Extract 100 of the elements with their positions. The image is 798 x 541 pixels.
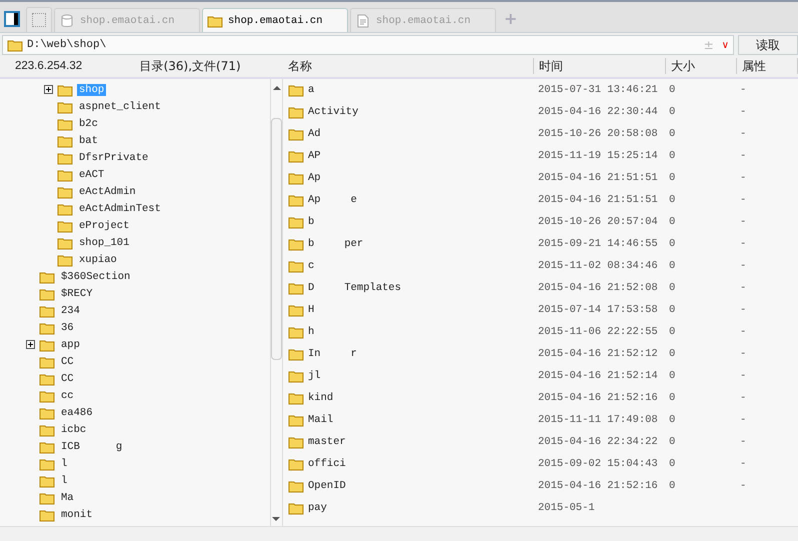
- folder-icon: [288, 391, 304, 405]
- tab[interactable]: shop.emaotai.cn: [202, 8, 348, 32]
- modified-time: 2015-07-31 13:46:21: [538, 84, 659, 96]
- folder-name[interactable]: b2c: [77, 118, 100, 130]
- folder-name[interactable]: Ap: [308, 194, 321, 206]
- read-button[interactable]: 读取: [738, 35, 798, 55]
- file-attributes: -: [740, 436, 746, 448]
- modified-time: 2015-11-19 15:25:14: [538, 150, 659, 162]
- folder-icon: [39, 440, 55, 454]
- folder-icon: [57, 134, 73, 148]
- folder-name[interactable]: l: [59, 474, 70, 486]
- folder-icon: [207, 14, 223, 28]
- folder-name[interactable]: 36: [59, 322, 76, 334]
- modified-time: 2015-04-16 21:52:16: [538, 392, 659, 404]
- expand-icon[interactable]: [44, 85, 53, 94]
- panel-toggle-button[interactable]: [4, 11, 20, 27]
- file-size: 0: [669, 260, 676, 272]
- folder-name[interactable]: H: [308, 304, 314, 316]
- file-size: 0: [669, 392, 676, 404]
- folder-name[interactable]: OpenID: [308, 480, 346, 492]
- file-attributes: -: [740, 480, 746, 492]
- file-attributes: -: [740, 458, 746, 470]
- column-header[interactable]: 时间: [534, 58, 666, 74]
- folder-name[interactable]: master: [308, 436, 346, 448]
- file-size: 0: [669, 106, 676, 118]
- modified-time: 2015-07-14 17:53:58: [538, 304, 659, 316]
- folder-icon: [39, 286, 55, 300]
- modified-time: 2015-04-16 22:30:44: [538, 106, 659, 118]
- folder-name[interactable]: icbc: [59, 424, 88, 436]
- folder-icon: [288, 347, 304, 361]
- folder-name[interactable]: In: [308, 348, 321, 360]
- path-field[interactable]: D:\web\shop\ ± ∨: [2, 35, 734, 55]
- expand-icon[interactable]: [26, 340, 35, 349]
- folder-icon: [288, 127, 304, 141]
- folder-icon: [57, 202, 73, 216]
- folder-name[interactable]: offici: [308, 458, 346, 470]
- folder-name[interactable]: 234: [59, 304, 82, 316]
- folder-icon: [288, 501, 304, 515]
- folder-icon: [288, 457, 304, 471]
- folder-name[interactable]: cc: [59, 390, 76, 402]
- folder-icon: [288, 193, 304, 207]
- file-attributes: -: [740, 172, 746, 184]
- folder-name[interactable]: jl: [308, 370, 321, 382]
- file-size: 0: [669, 326, 676, 338]
- folder-icon: [39, 422, 55, 436]
- folder-icon: [57, 252, 73, 266]
- folder-name[interactable]: eACT: [77, 168, 106, 180]
- folder-name[interactable]: eProject: [77, 220, 132, 232]
- folder-name[interactable]: Activity: [308, 106, 358, 118]
- folder-name[interactable]: app: [59, 338, 82, 350]
- modified-time: 2015-04-16 22:34:22: [538, 436, 659, 448]
- folder-name[interactable]: CC: [59, 372, 76, 384]
- folder-name[interactable]: Ad: [308, 128, 321, 140]
- scroll-down-icon[interactable]: [272, 517, 280, 522]
- folder-name[interactable]: DfsrPrivate: [77, 152, 150, 164]
- folder-name[interactable]: $360Section: [59, 270, 132, 282]
- file-size: 0: [669, 282, 676, 294]
- file-attributes: -: [740, 392, 746, 404]
- folder-name[interactable]: eActAdmin: [77, 186, 138, 198]
- folder-name[interactable]: ICB: [59, 440, 82, 452]
- file-size: 0: [669, 370, 676, 382]
- folder-name[interactable]: xupiao: [77, 254, 119, 266]
- folder-name[interactable]: shop_101: [77, 236, 132, 248]
- file-attributes: -: [740, 260, 746, 272]
- folder-name[interactable]: a: [308, 84, 314, 96]
- folder-icon: [57, 116, 73, 130]
- file-size: 0: [669, 480, 676, 492]
- folder-name[interactable]: l: [59, 458, 70, 470]
- folder-icon: [288, 281, 304, 295]
- folder-name[interactable]: kind: [308, 392, 334, 404]
- folder-name[interactable]: ea486: [59, 406, 95, 418]
- folder-name[interactable]: Ma: [59, 492, 76, 504]
- dropdown-toggle[interactable]: ∨: [718, 40, 729, 50]
- folder-name[interactable]: Ap: [308, 172, 321, 184]
- file-size: 0: [669, 172, 676, 184]
- folder-name[interactable]: D: [308, 282, 314, 294]
- folder-name[interactable]: b: [308, 216, 314, 228]
- folder-name[interactable]: pay: [308, 502, 327, 514]
- folder-name[interactable]: $RECY: [59, 288, 95, 300]
- column-header[interactable]: 大小: [666, 58, 737, 74]
- modified-time: 2015-11-02 08:34:46: [538, 260, 659, 272]
- modified-time: 2015-05-1: [538, 502, 596, 514]
- file-size: 0: [669, 150, 676, 162]
- folder-name[interactable]: c: [308, 260, 314, 272]
- folder-name[interactable]: aspnet_client: [77, 100, 163, 112]
- folder-name[interactable]: h: [308, 326, 314, 338]
- folder-name[interactable]: monit: [59, 508, 95, 520]
- folder-name-end: e: [350, 194, 357, 206]
- folder-name[interactable]: b: [308, 238, 314, 250]
- folder-name[interactable]: CC: [59, 356, 76, 368]
- scroll-up-icon[interactable]: [272, 85, 280, 90]
- column-header[interactable]: 名称: [283, 58, 534, 74]
- file-size: 0: [669, 238, 676, 250]
- folder-name[interactable]: bat: [77, 134, 100, 146]
- folder-name[interactable]: Mail: [308, 414, 334, 426]
- folder-icon: [57, 100, 73, 114]
- folder-icon: [57, 218, 73, 232]
- folder-name[interactable]: AP: [308, 150, 321, 162]
- folder-name[interactable]: eActAdminTest: [77, 202, 163, 214]
- column-header[interactable]: 属性: [737, 58, 798, 74]
